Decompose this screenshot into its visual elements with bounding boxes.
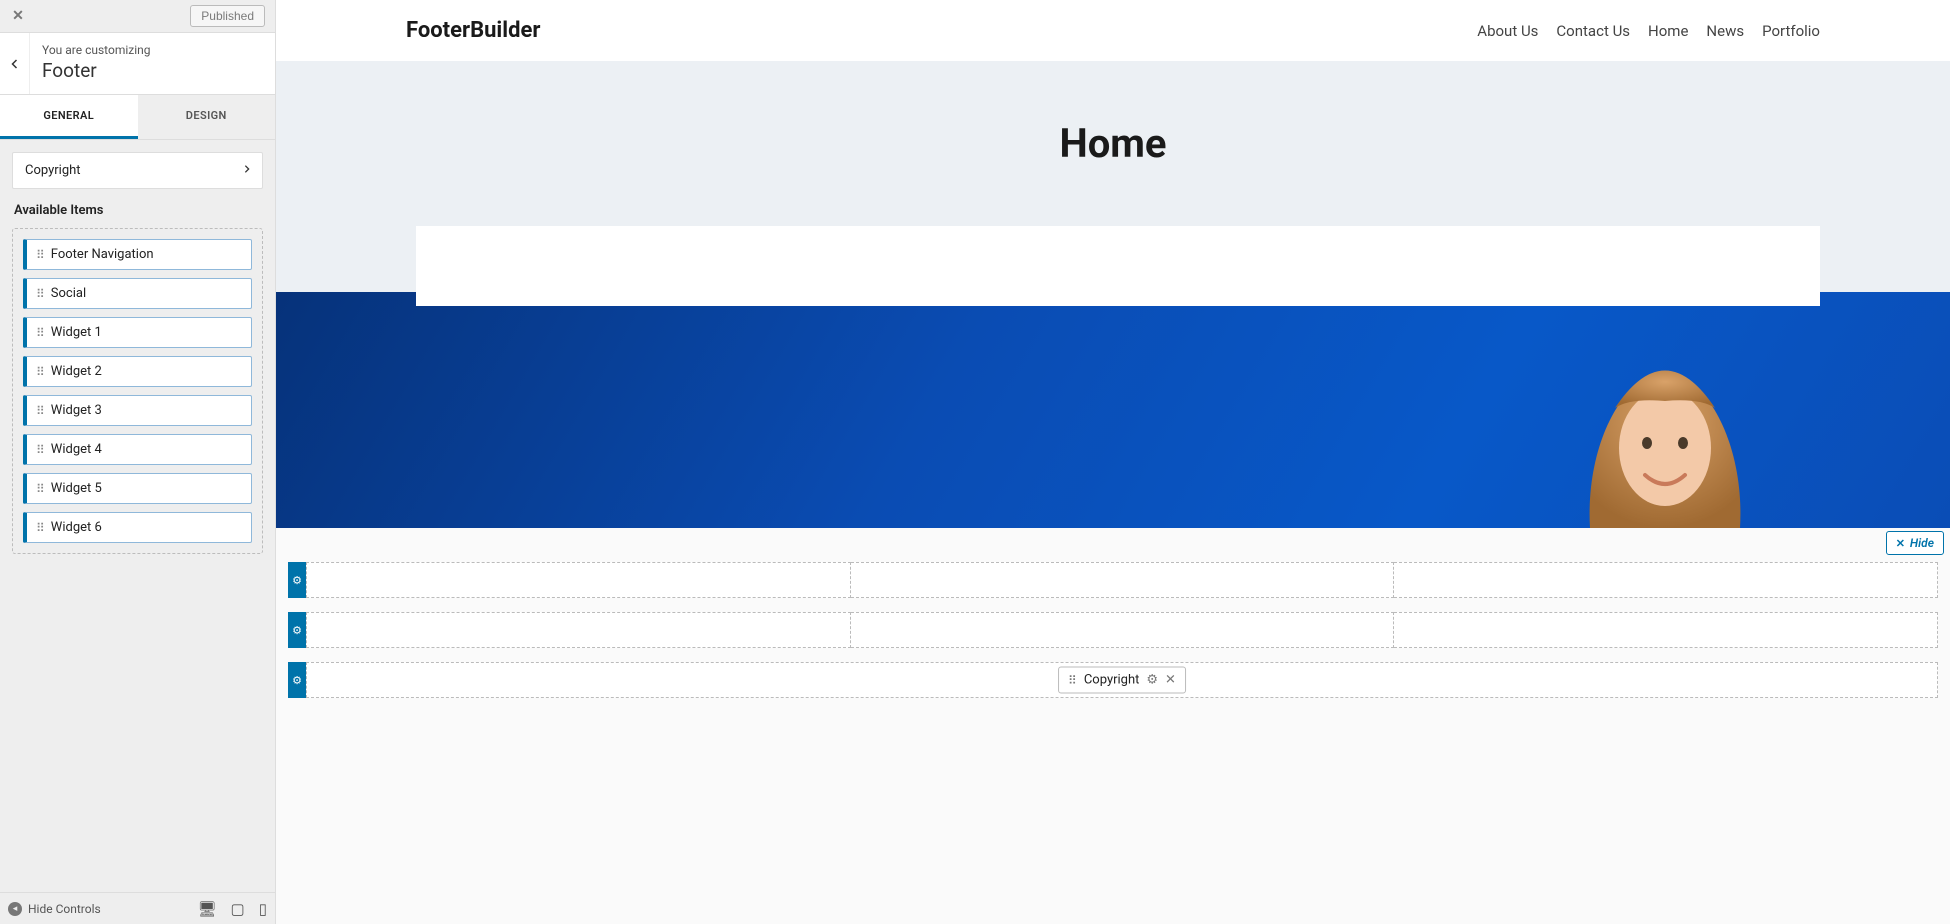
chevron-left-circle-icon: ◂ [8, 902, 22, 916]
close-icon[interactable]: ✕ [1165, 673, 1176, 688]
avail-item-social[interactable]: ⠿ Social [23, 278, 252, 309]
avail-item-widget-3[interactable]: ⠿ Widget 3 [23, 395, 252, 426]
panel-title: Footer [42, 59, 151, 82]
person-image [1560, 353, 1770, 528]
tab-design[interactable]: DESIGN [138, 95, 276, 139]
sidebar-tabs: GENERAL DESIGN [0, 95, 275, 140]
available-items-title: Available Items [12, 203, 263, 218]
avail-item-widget-1[interactable]: ⠿ Widget 1 [23, 317, 252, 348]
drag-icon: ⠿ [36, 483, 45, 495]
footer-cell[interactable] [851, 562, 1395, 598]
avail-item-label: Widget 6 [51, 520, 102, 535]
close-icon: ✕ [1896, 537, 1905, 550]
site-header: FooterBuilder About Us Contact Us Home N… [276, 0, 1950, 61]
nav-news[interactable]: News [1706, 22, 1744, 40]
back-button[interactable] [0, 33, 30, 94]
hero-title: Home [1059, 120, 1166, 167]
gear-icon: ⚙ [292, 574, 302, 587]
footer-row-main: ⚙ [288, 612, 1938, 648]
tab-general[interactable]: GENERAL [0, 95, 138, 139]
footer-cell[interactable] [1394, 562, 1938, 598]
customizer-sidebar: ✕ Published You are customizing Footer G… [0, 0, 276, 924]
sidebar-footer: ◂ Hide Controls 🖥 ▢ ▯ [0, 892, 275, 924]
chip-label: Copyright [1084, 673, 1140, 688]
drag-icon: ⠿ [36, 405, 45, 417]
row-settings-button[interactable]: ⚙ [288, 562, 306, 598]
footer-rows: ⚙ ⚙ [288, 562, 1938, 712]
footer-cell[interactable] [306, 612, 851, 648]
blue-hero-section [276, 292, 1950, 528]
preview-pane: FooterBuilder About Us Contact Us Home N… [276, 0, 1950, 924]
avail-item-label: Widget 1 [51, 325, 102, 340]
sidebar-body: Copyright Available Items ⠿ Footer Navig… [0, 140, 275, 892]
drag-icon: ⠿ [36, 522, 45, 534]
site-brand[interactable]: FooterBuilder [406, 18, 540, 43]
footer-cell[interactable] [1394, 612, 1938, 648]
published-button[interactable]: Published [190, 5, 265, 27]
drag-icon: ⠿ [36, 288, 45, 300]
hide-builder-button[interactable]: ✕ Hide [1886, 531, 1944, 555]
hide-controls-label: Hide Controls [28, 902, 101, 916]
content-block-overlap [416, 292, 1820, 306]
row-settings-button[interactable]: ⚙ [288, 662, 306, 698]
nav-about-us[interactable]: About Us [1477, 22, 1538, 40]
avail-item-footer-navigation[interactable]: ⠿ Footer Navigation [23, 239, 252, 270]
footer-builder-overlay: ✕ Hide ⚙ ⚙ [276, 528, 1950, 924]
footer-cell[interactable] [306, 562, 851, 598]
avail-item-label: Social [51, 286, 86, 301]
hide-controls-button[interactable]: ◂ Hide Controls [8, 902, 101, 916]
drag-icon: ⠿ [36, 366, 45, 378]
tablet-icon[interactable]: ▢ [231, 900, 245, 918]
content-block-top [416, 226, 1820, 292]
nav-home[interactable]: Home [1648, 22, 1688, 40]
avail-item-label: Footer Navigation [51, 247, 154, 262]
hero-section: Home [276, 61, 1950, 226]
avail-item-widget-5[interactable]: ⠿ Widget 5 [23, 473, 252, 504]
avail-item-widget-4[interactable]: ⠿ Widget 4 [23, 434, 252, 465]
gear-icon: ⚙ [292, 674, 302, 687]
avail-item-label: Widget 5 [51, 481, 102, 496]
desktop-icon[interactable]: 🖥 [198, 900, 217, 918]
section-label: Copyright [25, 163, 81, 178]
nav-contact-us[interactable]: Contact Us [1556, 22, 1630, 40]
avail-item-widget-6[interactable]: ⠿ Widget 6 [23, 512, 252, 543]
row-settings-button[interactable]: ⚙ [288, 612, 306, 648]
drag-icon: ⠿ [1068, 673, 1077, 687]
device-switcher: 🖥 ▢ ▯ [198, 900, 268, 918]
drag-icon: ⠿ [36, 249, 45, 261]
sidebar-header: You are customizing Footer [0, 33, 275, 95]
section-copyright[interactable]: Copyright [12, 152, 263, 189]
nav-portfolio[interactable]: Portfolio [1762, 22, 1820, 40]
gear-icon[interactable]: ⚙ [1146, 673, 1158, 688]
drag-icon: ⠿ [36, 444, 45, 456]
sidebar-topbar: ✕ Published [0, 0, 275, 33]
chevron-right-icon [242, 163, 252, 178]
gear-icon: ⚙ [292, 624, 302, 637]
primary-nav: About Us Contact Us Home News Portfolio [1477, 22, 1820, 40]
footer-cell[interactable]: ⠿ Copyright ⚙ ✕ [306, 662, 1938, 698]
drag-icon: ⠿ [36, 327, 45, 339]
available-items-box: ⠿ Footer Navigation ⠿ Social ⠿ Widget 1 … [12, 228, 263, 554]
avail-item-label: Widget 2 [51, 364, 102, 379]
chevron-left-icon [9, 58, 21, 70]
copyright-chip[interactable]: ⠿ Copyright ⚙ ✕ [1058, 667, 1186, 694]
close-icon[interactable]: ✕ [10, 8, 26, 24]
hide-label: Hide [1910, 536, 1934, 550]
avail-item-widget-2[interactable]: ⠿ Widget 2 [23, 356, 252, 387]
footer-row-bottom: ⚙ ⠿ Copyright ⚙ ✕ [288, 662, 1938, 698]
avail-item-label: Widget 3 [51, 403, 102, 418]
footer-cell[interactable] [851, 612, 1395, 648]
content-gap [276, 226, 1950, 292]
avail-item-label: Widget 4 [51, 442, 102, 457]
customizing-label: You are customizing [42, 43, 151, 57]
mobile-icon[interactable]: ▯ [259, 900, 267, 918]
footer-row-top: ⚙ [288, 562, 1938, 598]
